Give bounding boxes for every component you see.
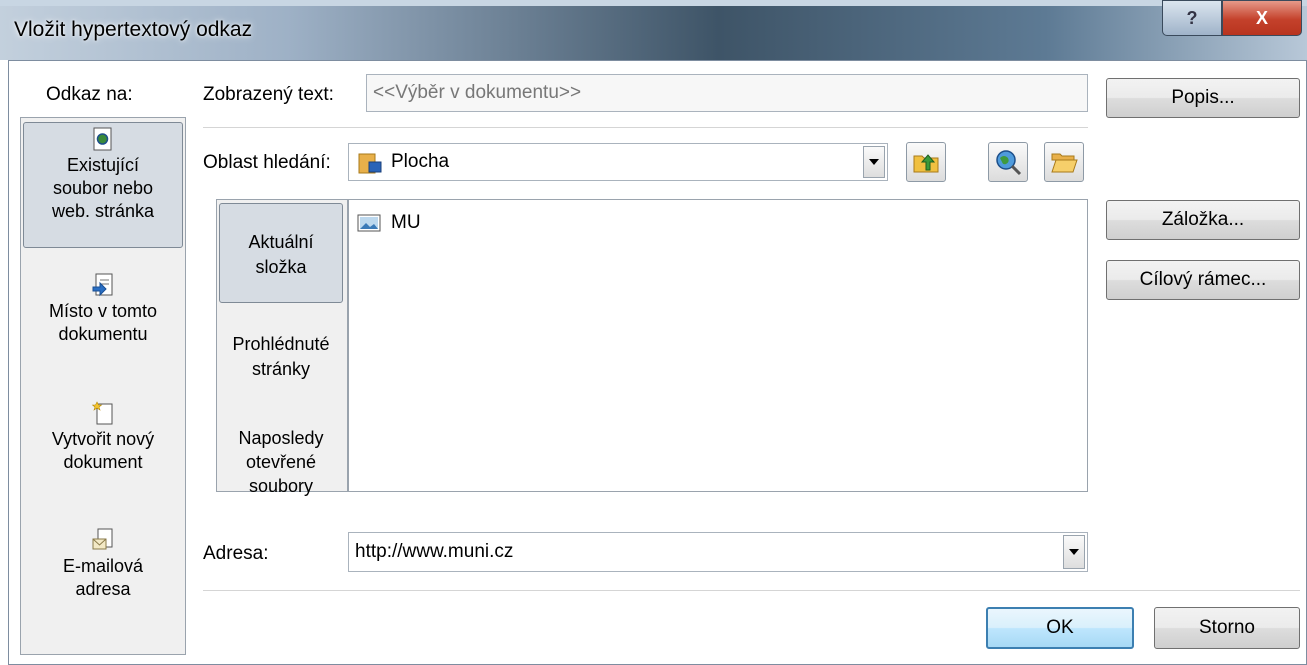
look-in-dropdown[interactable]: Plocha (348, 143, 888, 181)
sidebar-item-place-in-document[interactable]: Místo v tomto dokumentu (23, 273, 183, 373)
close-button[interactable]: X (1222, 0, 1302, 36)
web-page-icon (93, 127, 112, 151)
place-label: Prohlédnuté (232, 334, 330, 354)
new-document-icon (92, 401, 113, 425)
place-browsed-pages[interactable]: Prohlédnuté stránky (219, 332, 343, 392)
link-type-sidebar: Existující soubor nebo web. stránka Míst… (20, 117, 186, 655)
target-frame-button[interactable]: Cílový rámec... (1106, 260, 1300, 300)
image-file-icon (357, 214, 381, 232)
email-icon (92, 528, 113, 550)
place-in-document-icon (92, 273, 113, 297)
address-dropdown-arrow[interactable] (1063, 535, 1085, 569)
desktop-folder-icon (358, 153, 382, 174)
places-bar: Aktuální složka Prohlédnuté stránky Napo… (216, 199, 348, 496)
place-label: Naposledy (238, 428, 324, 448)
place-label: složka (255, 257, 307, 277)
sidebar-item-label: Místo v tomto (48, 301, 158, 321)
place-label: soubory (248, 476, 314, 496)
sidebar-item-label: web. stránka (51, 201, 155, 221)
open-folder-icon (1051, 153, 1078, 173)
browse-web-button[interactable] (988, 142, 1028, 182)
list-item[interactable]: MU (357, 212, 421, 234)
bookmark-button[interactable]: Záložka... (1106, 200, 1300, 240)
divider (203, 590, 1300, 591)
look-in-value: Plocha (391, 151, 450, 172)
place-label: stránky (251, 359, 311, 379)
address-label: Adresa: (203, 543, 269, 564)
ok-button[interactable]: OK (986, 607, 1134, 649)
file-list[interactable]: MU (348, 199, 1088, 492)
sidebar-item-new-document[interactable]: Vytvořit nový dokument (23, 401, 183, 501)
shown-text-field[interactable]: <<Výběr v dokumentu>> (366, 74, 1088, 112)
place-label: Aktuální (248, 232, 314, 252)
address-field[interactable]: http://www.muni.cz (348, 532, 1088, 572)
address-value: http://www.muni.cz (355, 541, 514, 562)
file-name: MU (391, 212, 421, 233)
browse-file-button[interactable] (1044, 142, 1084, 182)
sidebar-item-label: adresa (75, 579, 131, 599)
sidebar-item-label: E-mailová (62, 556, 144, 576)
window-title: Vložit hypertextový odkaz (14, 18, 253, 41)
browse-web-icon (996, 150, 1022, 176)
sidebar-item-label: soubor nebo (52, 178, 154, 198)
look-in-label: Oblast hledání: (203, 152, 331, 173)
help-button[interactable]: ? (1162, 0, 1222, 36)
sidebar-item-label: dokument (63, 452, 143, 472)
title-bar-top-strip (0, 0, 1307, 6)
place-label: otevřené (245, 452, 317, 472)
sidebar-item-label: Existující (66, 155, 140, 175)
sidebar-item-label: Vytvořit nový (51, 429, 155, 449)
screentip-button[interactable]: Popis... (1106, 78, 1300, 118)
place-current-folder[interactable]: Aktuální složka (219, 203, 343, 303)
link-to-heading: Odkaz na: (46, 84, 133, 105)
look-in-dropdown-arrow[interactable] (863, 146, 885, 178)
divider (203, 127, 1088, 128)
sidebar-item-existing-file[interactable]: Existující soubor nebo web. stránka (23, 122, 183, 248)
up-one-folder-button[interactable] (906, 142, 946, 182)
place-recent-files[interactable]: Naposledy otevřené soubory (219, 426, 343, 506)
cancel-button[interactable]: Storno (1154, 607, 1300, 649)
shown-text-label: Zobrazený text: (203, 84, 334, 105)
sidebar-item-email-address[interactable]: E-mailová adresa (23, 528, 183, 628)
folder-up-icon (913, 154, 939, 173)
sidebar-item-label: dokumentu (58, 324, 148, 344)
